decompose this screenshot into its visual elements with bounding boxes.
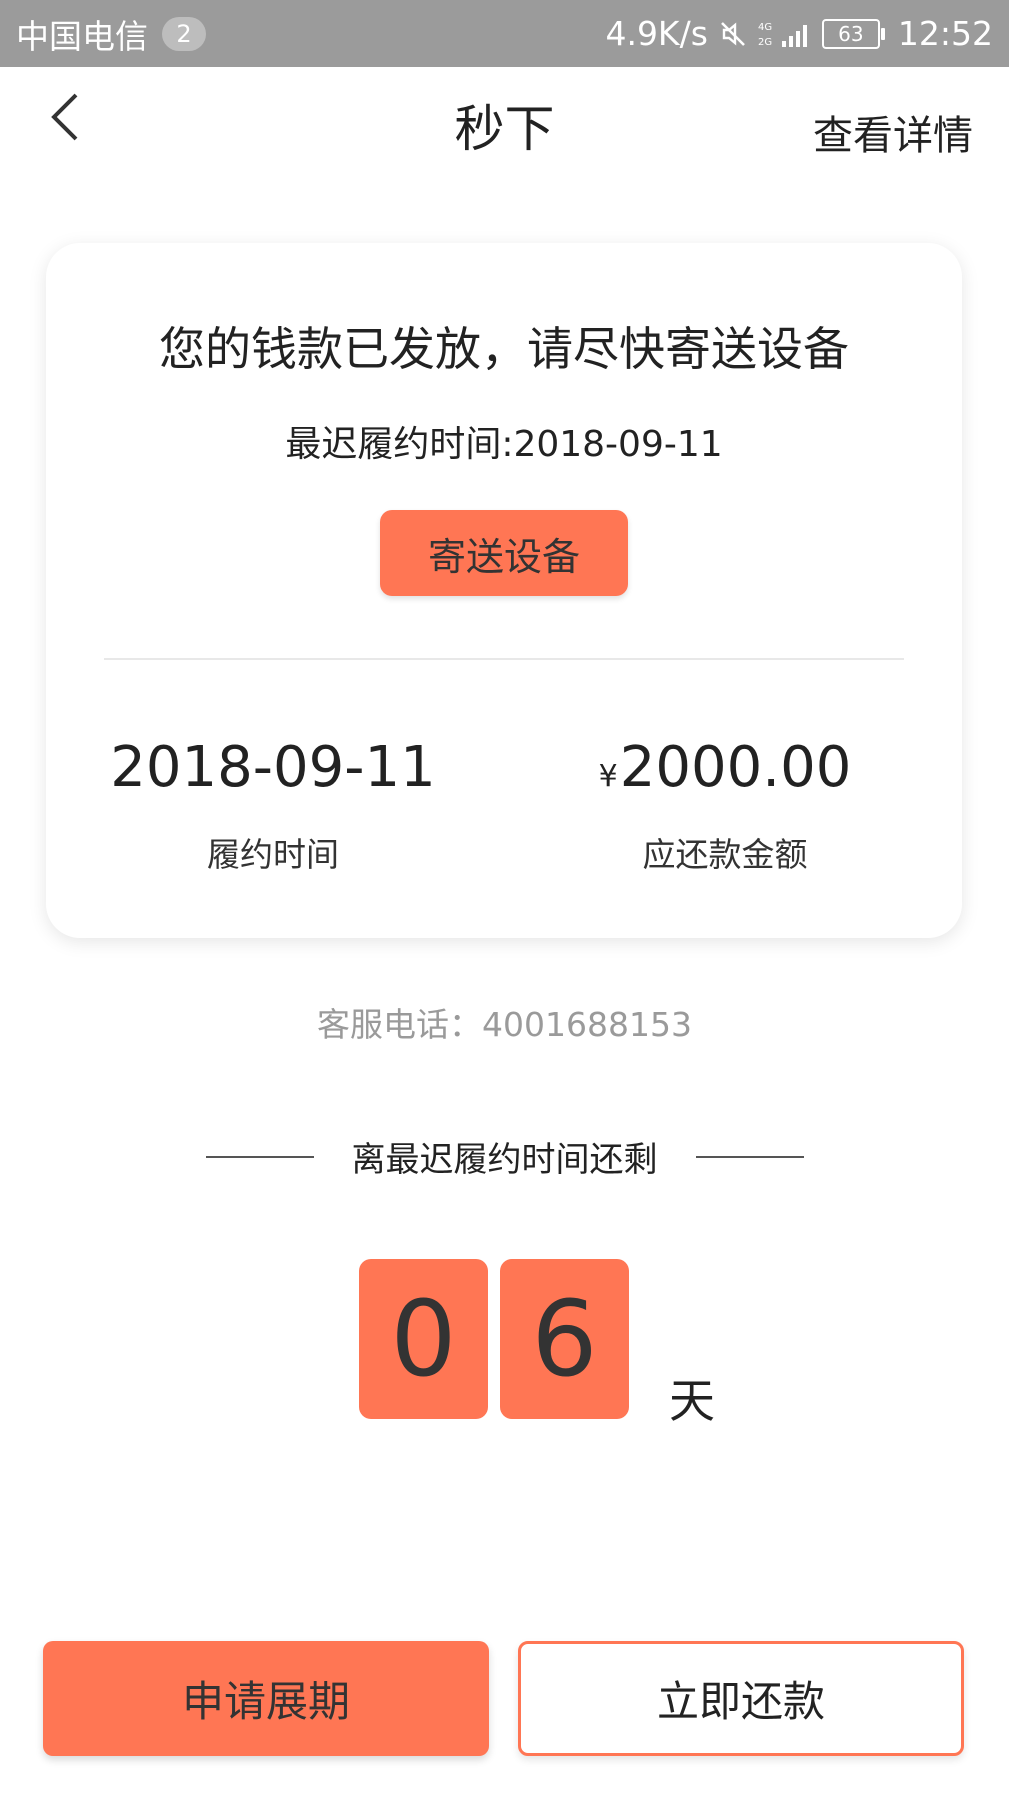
status-right: 4.9K/s 4G 2G 63 12:52 <box>605 14 993 53</box>
countdown-unit: 天 <box>669 1374 715 1428</box>
apply-extension-button[interactable]: 申请展期 <box>43 1641 489 1756</box>
signal-icon: 4G 2G <box>758 19 812 49</box>
loan-status-card: 您的钱款已发放，请尽快寄送设备 最迟履约时间:2018-09-11 寄送设备 2… <box>46 243 962 938</box>
deadline-text: 最迟履约时间:2018-09-11 <box>285 424 723 465</box>
header-bar: 秒下 查看详情 <box>0 67 1009 177</box>
fulfillment-date-stat: 2018-09-11 履约时间 <box>73 735 473 876</box>
repay-amount: ¥2000.00 <box>525 735 925 800</box>
card-title: 您的钱款已发放，请尽快寄送设备 <box>159 322 849 376</box>
send-device-button[interactable]: 寄送设备 <box>380 510 628 596</box>
net-speed: 4.9K/s <box>605 14 708 53</box>
currency-symbol: ¥ <box>598 759 618 794</box>
countdown-digit-ones: 6 <box>500 1259 629 1419</box>
countdown-heading: 离最迟履约时间还剩 <box>0 1132 1009 1181</box>
repay-now-button[interactable]: 立即还款 <box>518 1641 964 1756</box>
svg-text:4G: 4G <box>758 22 772 33</box>
countdown-label: 离最迟履约时间还剩 <box>351 1140 658 1180</box>
countdown-digit-tens: 0 <box>359 1259 488 1419</box>
svg-text:2G: 2G <box>758 37 772 48</box>
carrier-name: 中国电信 <box>16 16 148 56</box>
divider <box>104 658 904 660</box>
status-bar: 中国电信 2 4.9K/s 4G 2G 63 12:52 <box>0 0 1009 67</box>
repay-amount-value: 2000.00 <box>619 735 852 800</box>
fulfillment-date-label: 履约时间 <box>207 835 339 874</box>
divider-right <box>695 1155 804 1158</box>
clock: 12:52 <box>897 14 993 53</box>
divider-left <box>205 1155 314 1158</box>
status-left: 中国电信 2 <box>16 10 206 58</box>
mute-icon <box>718 19 748 49</box>
repay-amount-label: 应还款金额 <box>642 835 808 874</box>
service-phone[interactable]: 客服电话：4001688153 <box>0 998 1009 1046</box>
fulfillment-date-value: 2018-09-11 <box>110 735 436 800</box>
sim-badge: 2 <box>162 16 206 51</box>
repay-amount-stat: ¥2000.00 应还款金额 <box>525 735 925 876</box>
battery-icon: 63 <box>821 18 885 49</box>
view-details-link[interactable]: 查看详情 <box>813 103 973 161</box>
